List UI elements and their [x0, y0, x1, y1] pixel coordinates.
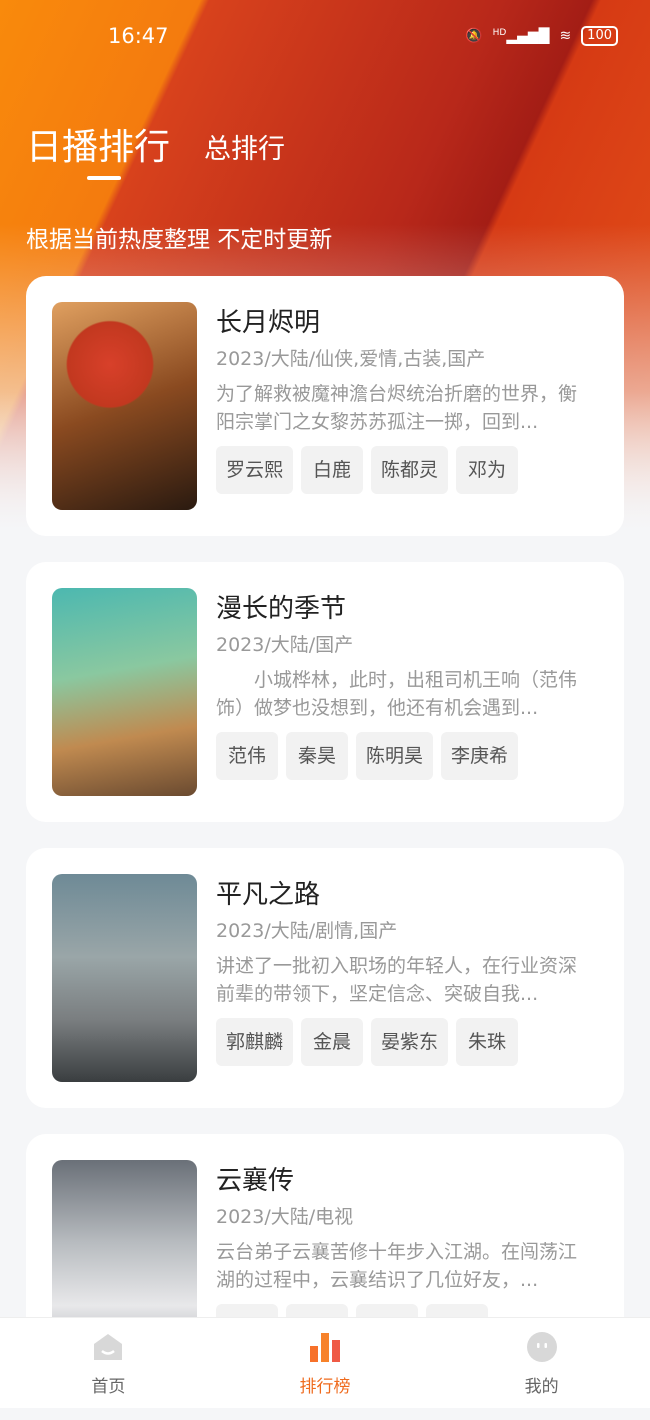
actor-tag[interactable]: 罗云熙 — [216, 446, 294, 494]
poster-image[interactable] — [52, 588, 197, 796]
show-description: 讲述了一批初入职场的年轻人，在行业资深前辈的带领下，坚定信念、突破自我... — [216, 955, 578, 1005]
actor-tag[interactable]: 朱珠 — [456, 1018, 519, 1066]
actor-tag[interactable]: 郭麒麟 — [216, 1018, 294, 1066]
show-meta: 2023/大陆/剧情,国产 — [216, 920, 398, 942]
nav-label: 首页 — [91, 1377, 126, 1397]
tab-daily[interactable]: 日播排行 — [26, 118, 170, 170]
ranking-card[interactable]: 漫长的季节 2023/大陆/国产 小城桦林，此时，出租司机王响（范伟 饰）做梦也… — [26, 562, 624, 822]
show-title: 长月烬明 — [216, 308, 321, 338]
actor-tags: 郭麒麟 金晨 晏紫东 朱珠 — [216, 1018, 594, 1066]
actor-tag[interactable]: 白鹿 — [301, 446, 364, 494]
signal-icon: HD▂▄▆█ — [492, 27, 550, 45]
actor-tag[interactable]: 陈明昊 — [356, 732, 434, 780]
network-label: HD — [492, 27, 507, 38]
bottom-nav: 首页 排行榜 我的 — [0, 1317, 650, 1408]
show-meta: 2023/大陆/电视 — [216, 1206, 354, 1228]
nav-label: 排行榜 — [299, 1377, 351, 1397]
profile-icon — [526, 1332, 557, 1362]
show-title: 漫长的季节 — [216, 594, 347, 624]
nav-home[interactable]: 首页 — [0, 1318, 217, 1408]
poster-image[interactable] — [52, 302, 197, 510]
actor-tags: 范伟 秦昊 陈明昊 李庚希 — [216, 732, 594, 780]
ranking-list: 长月烬明 2023/大陆/仙侠,爱情,古装,国产 为了解救被魔神澹台烬统治折磨的… — [26, 276, 624, 1420]
mute-icon: 🔕 — [465, 28, 483, 44]
nav-profile[interactable]: 我的 — [433, 1318, 650, 1408]
subtitle: 根据当前热度整理 不定时更新 — [26, 227, 333, 253]
actor-tag[interactable]: 范伟 — [216, 732, 278, 780]
actor-tag[interactable]: 秦昊 — [286, 732, 348, 780]
show-description: 为了解救被魔神澹台烬统治折磨的世界，衡阳宗掌门之女黎苏苏孤注一掷，回到... — [216, 383, 578, 433]
actor-tag[interactable]: 邓为 — [456, 446, 519, 494]
nav-ranking[interactable]: 排行榜 — [217, 1318, 434, 1408]
show-meta: 2023/大陆/仙侠,爱情,古装,国产 — [216, 348, 486, 370]
actor-tag[interactable]: 晏紫东 — [371, 1018, 449, 1066]
home-icon — [94, 1334, 123, 1360]
ranking-icon — [310, 1333, 340, 1362]
wifi-icon: ≋ — [559, 28, 572, 44]
show-description: 云台弟子云襄苦修十年步入江湖。在闯荡江湖的过程中，云襄结识了几位好友，... — [216, 1241, 578, 1291]
actor-tags: 罗云熙 白鹿 陈都灵 邓为 — [216, 446, 594, 494]
ranking-card[interactable]: 平凡之路 2023/大陆/剧情,国产 讲述了一批初入职场的年轻人，在行业资深前辈… — [26, 848, 624, 1108]
show-description: 小城桦林，此时，出租司机王响（范伟 饰）做梦也没想到，他还有机会遇到... — [216, 669, 578, 719]
ranking-card[interactable]: 长月烬明 2023/大陆/仙侠,爱情,古装,国产 为了解救被魔神澹台烬统治折磨的… — [26, 276, 624, 536]
clock: 16:47 — [108, 24, 169, 48]
actor-tag[interactable]: 金晨 — [301, 1018, 364, 1066]
show-title: 云襄传 — [216, 1166, 295, 1196]
poster-image[interactable] — [52, 874, 197, 1082]
nav-label: 我的 — [524, 1377, 559, 1397]
actor-tag[interactable]: 李庚希 — [441, 732, 519, 780]
show-title: 平凡之路 — [216, 880, 321, 910]
battery-icon: 100 — [581, 26, 618, 46]
tab-overall[interactable]: 总排行 — [204, 127, 285, 170]
active-tab-indicator — [87, 176, 121, 180]
actor-tag[interactable]: 陈都灵 — [371, 446, 449, 494]
status-bar: 16:47 🔕 HD▂▄▆█ ≋ 100 — [0, 24, 650, 54]
ranking-tabs: 日播排行 总排行 — [26, 118, 285, 170]
show-meta: 2023/大陆/国产 — [216, 634, 354, 656]
